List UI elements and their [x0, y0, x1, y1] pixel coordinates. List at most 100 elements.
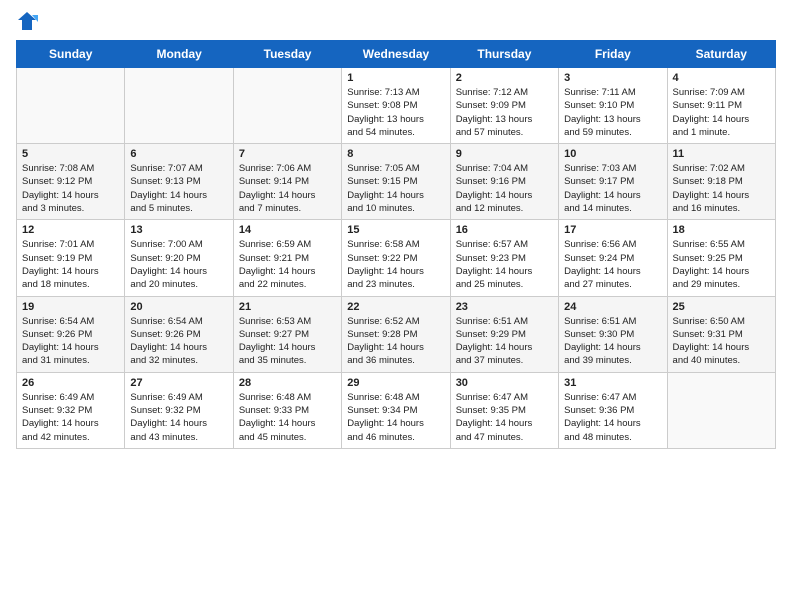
day-cell-2: 2 Sunrise: 7:12 AM Sunset: 9:09 PM Daylig…	[450, 68, 558, 144]
day-number: 18	[673, 224, 770, 236]
day-info: Sunrise: 6:51 AM Sunset: 9:29 PM Dayligh…	[456, 315, 553, 368]
day-cell-17: 17 Sunrise: 6:56 AM Sunset: 9:24 PM Dayli…	[559, 220, 667, 296]
weekday-header-row: SundayMondayTuesdayWednesdayThursdayFrid…	[17, 41, 776, 68]
day-info: Sunrise: 7:07 AM Sunset: 9:13 PM Dayligh…	[130, 162, 227, 215]
day-cell-25: 25Sunrise: 6:50 AM Sunset: 9:31 PM Dayli…	[667, 296, 775, 372]
day-number: 6	[130, 148, 227, 160]
day-info: Sunrise: 7:00 AM Sunset: 9:20 PM Dayligh…	[130, 238, 227, 291]
day-number: 1	[347, 72, 444, 84]
logo	[16, 10, 40, 32]
day-info: Sunrise: 7:13 AM Sunset: 9:08 PM Dayligh…	[347, 86, 444, 139]
day-number: 8	[347, 148, 444, 160]
day-cell-16: 16 Sunrise: 6:57 AM Sunset: 9:23 PM Dayli…	[450, 220, 558, 296]
day-info: Sunrise: 6:54 AM Sunset: 9:26 PM Dayligh…	[130, 315, 227, 368]
day-cell-18: 18Sunrise: 6:55 AM Sunset: 9:25 PM Dayli…	[667, 220, 775, 296]
day-cell-30: 30Sunrise: 6:47 AM Sunset: 9:35 PM Dayli…	[450, 372, 558, 448]
day-cell-12: 12 Sunrise: 7:01 AM Sunset: 9:19 PM Dayli…	[17, 220, 125, 296]
day-cell-6: 6 Sunrise: 7:07 AM Sunset: 9:13 PM Daylig…	[125, 144, 233, 220]
day-info: Sunrise: 6:54 AM Sunset: 9:26 PM Dayligh…	[22, 315, 119, 368]
day-number: 11	[673, 148, 770, 160]
weekday-header-tuesday: Tuesday	[233, 41, 341, 68]
day-cell-26: 26 Sunrise: 6:49 AM Sunset: 9:32 PM Dayli…	[17, 372, 125, 448]
day-number: 22	[347, 301, 444, 313]
day-number: 31	[564, 377, 661, 389]
page: SundayMondayTuesdayWednesdayThursdayFrid…	[0, 0, 792, 612]
day-number: 13	[130, 224, 227, 236]
day-info: Sunrise: 7:09 AM Sunset: 9:11 PM Dayligh…	[673, 86, 770, 139]
day-info: Sunrise: 7:12 AM Sunset: 9:09 PM Dayligh…	[456, 86, 553, 139]
day-info: Sunrise: 6:49 AM Sunset: 9:32 PM Dayligh…	[22, 391, 119, 444]
week-row-5: 26 Sunrise: 6:49 AM Sunset: 9:32 PM Dayli…	[17, 372, 776, 448]
day-cell-1: 1 Sunrise: 7:13 AM Sunset: 9:08 PM Daylig…	[342, 68, 450, 144]
day-number: 29	[347, 377, 444, 389]
day-number: 15	[347, 224, 444, 236]
day-number: 14	[239, 224, 336, 236]
week-row-4: 19 Sunrise: 6:54 AM Sunset: 9:26 PM Dayli…	[17, 296, 776, 372]
day-number: 12	[22, 224, 119, 236]
week-row-1: 1 Sunrise: 7:13 AM Sunset: 9:08 PM Daylig…	[17, 68, 776, 144]
day-cell-29: 29Sunrise: 6:48 AM Sunset: 9:34 PM Dayli…	[342, 372, 450, 448]
day-number: 3	[564, 72, 661, 84]
day-info: Sunrise: 6:56 AM Sunset: 9:24 PM Dayligh…	[564, 238, 661, 291]
day-cell-10: 10Sunrise: 7:03 AM Sunset: 9:17 PM Dayli…	[559, 144, 667, 220]
day-info: Sunrise: 7:05 AM Sunset: 9:15 PM Dayligh…	[347, 162, 444, 215]
day-info: Sunrise: 7:08 AM Sunset: 9:12 PM Dayligh…	[22, 162, 119, 215]
day-number: 16	[456, 224, 553, 236]
day-info: Sunrise: 6:50 AM Sunset: 9:31 PM Dayligh…	[673, 315, 770, 368]
empty-cell	[233, 68, 341, 144]
day-cell-9: 9Sunrise: 7:04 AM Sunset: 9:16 PM Daylig…	[450, 144, 558, 220]
day-cell-24: 24 Sunrise: 6:51 AM Sunset: 9:30 PM Dayli…	[559, 296, 667, 372]
day-info: Sunrise: 6:58 AM Sunset: 9:22 PM Dayligh…	[347, 238, 444, 291]
day-info: Sunrise: 6:59 AM Sunset: 9:21 PM Dayligh…	[239, 238, 336, 291]
weekday-header-saturday: Saturday	[667, 41, 775, 68]
day-cell-21: 21 Sunrise: 6:53 AM Sunset: 9:27 PM Dayli…	[233, 296, 341, 372]
day-cell-14: 14 Sunrise: 6:59 AM Sunset: 9:21 PM Dayli…	[233, 220, 341, 296]
day-number: 2	[456, 72, 553, 84]
day-cell-13: 13 Sunrise: 7:00 AM Sunset: 9:20 PM Dayli…	[125, 220, 233, 296]
calendar-table: SundayMondayTuesdayWednesdayThursdayFrid…	[16, 40, 776, 449]
day-number: 24	[564, 301, 661, 313]
day-info: Sunrise: 6:57 AM Sunset: 9:23 PM Dayligh…	[456, 238, 553, 291]
day-cell-19: 19 Sunrise: 6:54 AM Sunset: 9:26 PM Dayli…	[17, 296, 125, 372]
day-cell-22: 22 Sunrise: 6:52 AM Sunset: 9:28 PM Dayli…	[342, 296, 450, 372]
day-number: 23	[456, 301, 553, 313]
day-info: Sunrise: 7:03 AM Sunset: 9:17 PM Dayligh…	[564, 162, 661, 215]
day-cell-31: 31 Sunrise: 6:47 AM Sunset: 9:36 PM Dayli…	[559, 372, 667, 448]
day-cell-5: 5 Sunrise: 7:08 AM Sunset: 9:12 PM Daylig…	[17, 144, 125, 220]
weekday-header-monday: Monday	[125, 41, 233, 68]
week-row-2: 5 Sunrise: 7:08 AM Sunset: 9:12 PM Daylig…	[17, 144, 776, 220]
day-number: 17	[564, 224, 661, 236]
day-info: Sunrise: 6:52 AM Sunset: 9:28 PM Dayligh…	[347, 315, 444, 368]
day-cell-4: 4 Sunrise: 7:09 AM Sunset: 9:11 PM Daylig…	[667, 68, 775, 144]
day-number: 21	[239, 301, 336, 313]
day-number: 20	[130, 301, 227, 313]
day-number: 19	[22, 301, 119, 313]
day-info: Sunrise: 6:47 AM Sunset: 9:36 PM Dayligh…	[564, 391, 661, 444]
day-number: 9	[456, 148, 553, 160]
empty-cell	[17, 68, 125, 144]
week-row-3: 12 Sunrise: 7:01 AM Sunset: 9:19 PM Dayli…	[17, 220, 776, 296]
day-info: Sunrise: 6:53 AM Sunset: 9:27 PM Dayligh…	[239, 315, 336, 368]
empty-cell	[125, 68, 233, 144]
day-cell-23: 23 Sunrise: 6:51 AM Sunset: 9:29 PM Dayli…	[450, 296, 558, 372]
day-number: 30	[456, 377, 553, 389]
day-number: 4	[673, 72, 770, 84]
day-cell-3: 3Sunrise: 7:11 AM Sunset: 9:10 PM Daylig…	[559, 68, 667, 144]
day-number: 5	[22, 148, 119, 160]
weekday-header-sunday: Sunday	[17, 41, 125, 68]
day-cell-27: 27Sunrise: 6:49 AM Sunset: 9:32 PM Dayli…	[125, 372, 233, 448]
day-info: Sunrise: 7:02 AM Sunset: 9:18 PM Dayligh…	[673, 162, 770, 215]
day-cell-8: 8 Sunrise: 7:05 AM Sunset: 9:15 PM Daylig…	[342, 144, 450, 220]
weekday-header-wednesday: Wednesday	[342, 41, 450, 68]
day-number: 27	[130, 377, 227, 389]
day-cell-7: 7Sunrise: 7:06 AM Sunset: 9:14 PM Daylig…	[233, 144, 341, 220]
day-number: 28	[239, 377, 336, 389]
day-info: Sunrise: 6:51 AM Sunset: 9:30 PM Dayligh…	[564, 315, 661, 368]
day-number: 26	[22, 377, 119, 389]
weekday-header-thursday: Thursday	[450, 41, 558, 68]
logo-icon	[16, 10, 38, 32]
day-cell-15: 15 Sunrise: 6:58 AM Sunset: 9:22 PM Dayli…	[342, 220, 450, 296]
day-info: Sunrise: 7:01 AM Sunset: 9:19 PM Dayligh…	[22, 238, 119, 291]
day-cell-20: 20 Sunrise: 6:54 AM Sunset: 9:26 PM Dayli…	[125, 296, 233, 372]
day-cell-28: 28Sunrise: 6:48 AM Sunset: 9:33 PM Dayli…	[233, 372, 341, 448]
